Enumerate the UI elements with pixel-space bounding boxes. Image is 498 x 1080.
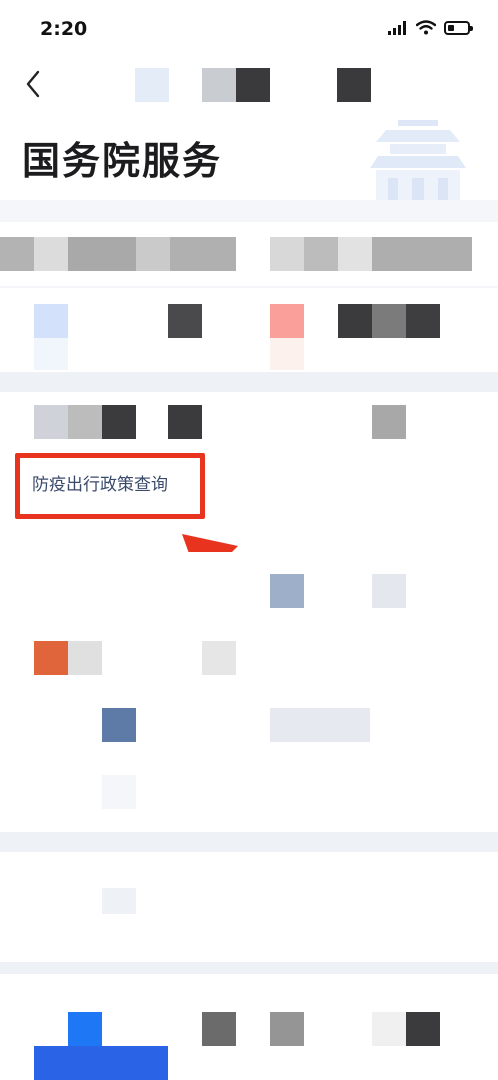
redacted-block <box>372 237 472 271</box>
redacted-icon <box>270 1012 304 1046</box>
redacted-icon <box>372 304 406 338</box>
redacted-block <box>102 888 136 914</box>
chevron-left-icon <box>26 70 40 98</box>
redacted-block <box>338 237 372 271</box>
redacted-icon <box>406 304 440 338</box>
redacted-block <box>34 641 68 675</box>
divider <box>0 832 498 852</box>
redacted-block <box>372 574 406 608</box>
nav-title-redacted <box>202 68 236 102</box>
redacted-block <box>102 708 136 742</box>
status-icons <box>388 20 473 35</box>
redacted-icon <box>34 338 68 370</box>
redacted-block <box>202 641 236 675</box>
redacted-icon <box>372 1012 406 1046</box>
redacted-block <box>270 708 370 742</box>
status-time: 2:20 <box>40 18 88 40</box>
redacted-icon <box>270 338 304 370</box>
redacted-block <box>136 237 170 271</box>
back-button[interactable] <box>18 66 48 102</box>
redacted-block <box>34 237 68 271</box>
redacted-block <box>0 237 34 271</box>
divider <box>0 962 498 974</box>
cellular-signal-icon <box>388 20 406 35</box>
redacted-block <box>68 641 102 675</box>
redacted-icon <box>338 304 372 338</box>
redacted-block <box>68 237 136 271</box>
redacted-block <box>372 405 406 439</box>
divider <box>0 372 498 392</box>
redacted-block <box>304 237 338 271</box>
battery-icon <box>444 20 473 35</box>
nav-title-redacted <box>135 68 169 102</box>
nav-title-redacted <box>337 68 371 102</box>
redacted-block <box>102 775 136 809</box>
page-title: 国务院服务 <box>22 139 223 183</box>
redacted-icon <box>270 304 304 338</box>
service-list <box>0 552 498 832</box>
redacted-block <box>170 237 236 271</box>
redacted-block <box>270 237 304 271</box>
topic-section <box>0 852 498 962</box>
redacted-icon <box>34 1046 168 1080</box>
redacted-icon <box>68 1012 102 1046</box>
redacted-block <box>168 405 202 439</box>
redacted-icon <box>202 1012 236 1046</box>
redacted-block <box>102 405 136 439</box>
wifi-icon <box>416 20 436 35</box>
redacted-block <box>68 405 102 439</box>
redacted-icon <box>168 304 202 338</box>
nav-title-redacted <box>236 68 270 102</box>
redacted-block <box>270 574 304 608</box>
redacted-icon <box>406 1012 440 1046</box>
redacted-block <box>34 405 68 439</box>
palace-icon <box>370 120 466 200</box>
highlight-box <box>15 453 205 519</box>
redacted-icon <box>34 304 68 338</box>
